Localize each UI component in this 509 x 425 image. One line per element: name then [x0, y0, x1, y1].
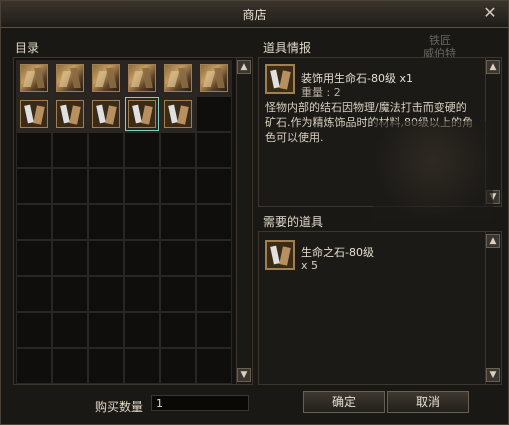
ore-icon	[200, 64, 228, 92]
catalog-slot	[160, 312, 196, 348]
catalog-slot[interactable]	[16, 96, 52, 132]
catalog-slot	[196, 168, 232, 204]
catalog-slot	[196, 276, 232, 312]
cancel-button[interactable]: 取消	[387, 391, 469, 413]
ore-icon	[56, 64, 84, 92]
catalog-scrollbar[interactable]: ▲ ▼	[236, 58, 251, 384]
life-stone-icon	[128, 100, 156, 128]
catalog-slot	[196, 348, 232, 384]
catalog-slot	[160, 132, 196, 168]
catalog-slot	[196, 132, 232, 168]
catalog-slot	[124, 168, 160, 204]
close-button[interactable]: ✕	[482, 5, 498, 21]
life-stone-icon	[56, 100, 84, 128]
item-weight: 重量 : 2	[301, 86, 341, 99]
catalog-label: 目录	[15, 41, 40, 55]
ore-icon	[20, 64, 48, 92]
catalog-slot	[124, 204, 160, 240]
required-scrollbar[interactable]: ▲ ▼	[485, 232, 500, 384]
required-item-name: 生命之石-80级	[301, 246, 374, 259]
shop-window: 商店 ✕ 铁匠 威伯特 目录 ▲ ▼ 道具情报 装饰用生命石-80级 x1 重量…	[0, 0, 509, 425]
catalog-slot	[160, 240, 196, 276]
catalog-slot[interactable]	[52, 60, 88, 96]
catalog-slot	[124, 132, 160, 168]
life-stone-icon	[164, 100, 192, 128]
catalog-slot[interactable]	[16, 60, 52, 96]
catalog-slot	[16, 348, 52, 384]
catalog-slot	[52, 240, 88, 276]
catalog-slot	[52, 168, 88, 204]
window-title: 商店	[242, 8, 267, 22]
scroll-up-button[interactable]: ▲	[237, 60, 251, 74]
quantity-label: 购买数量	[95, 400, 144, 414]
life-stone-icon	[265, 240, 295, 270]
catalog-slot[interactable]	[52, 96, 88, 132]
catalog-slot	[52, 276, 88, 312]
life-stone-icon	[20, 100, 48, 128]
catalog-slot	[52, 204, 88, 240]
ore-icon	[164, 64, 192, 92]
catalog-slot	[16, 168, 52, 204]
catalog-slot	[196, 240, 232, 276]
catalog-slot	[88, 312, 124, 348]
catalog-slot	[124, 240, 160, 276]
catalog-slot	[124, 348, 160, 384]
catalog-slot	[196, 204, 232, 240]
catalog-slot[interactable]	[160, 60, 196, 96]
confirm-button[interactable]: 确定	[303, 391, 385, 413]
life-stone-icon	[265, 64, 295, 94]
catalog-slot[interactable]	[124, 60, 160, 96]
npc-background-figure	[373, 121, 493, 221]
catalog-slot	[52, 348, 88, 384]
scroll-down-button[interactable]: ▼	[237, 368, 251, 382]
catalog-slot	[88, 204, 124, 240]
ore-icon	[266, 65, 294, 93]
catalog-slot	[160, 204, 196, 240]
catalog-slot	[52, 312, 88, 348]
catalog-slot	[88, 276, 124, 312]
ore-icon	[266, 241, 294, 269]
catalog-slot	[88, 240, 124, 276]
catalog-slot	[16, 240, 52, 276]
item-info-label: 道具情报	[263, 41, 312, 55]
catalog-slot	[16, 204, 52, 240]
required-item-qty: x 5	[301, 259, 319, 272]
catalog-slot	[160, 168, 196, 204]
required-scroll-down-button[interactable]: ▼	[486, 368, 500, 382]
required-items-panel: 生命之石-80级 x 5 ▲ ▼	[258, 231, 502, 385]
catalog-slot	[88, 348, 124, 384]
catalog-slot	[160, 276, 196, 312]
info-scroll-up-button[interactable]: ▲	[486, 60, 500, 74]
ore-icon	[92, 64, 120, 92]
catalog-slot	[196, 96, 232, 132]
title-bar[interactable]: 商店 ✕	[1, 1, 508, 28]
catalog-slot	[88, 168, 124, 204]
quantity-input[interactable]	[151, 395, 249, 411]
catalog-slot	[16, 312, 52, 348]
catalog-slot[interactable]	[196, 60, 232, 96]
catalog-slot	[196, 312, 232, 348]
catalog-slot	[124, 276, 160, 312]
required-scroll-up-button[interactable]: ▲	[486, 234, 500, 248]
catalog-grid	[16, 60, 232, 384]
catalog-slot	[124, 312, 160, 348]
catalog-slot[interactable]	[88, 96, 124, 132]
ore-icon	[128, 64, 156, 92]
catalog-slot	[88, 132, 124, 168]
catalog-slot[interactable]	[160, 96, 196, 132]
catalog-panel: ▲ ▼	[13, 57, 253, 385]
catalog-slot[interactable]	[88, 60, 124, 96]
required-items-label: 需要的道具	[263, 215, 324, 229]
catalog-slot	[16, 276, 52, 312]
catalog-slot	[52, 132, 88, 168]
catalog-slot	[16, 132, 52, 168]
life-stone-icon	[92, 100, 120, 128]
catalog-slot[interactable]	[124, 96, 160, 132]
catalog-slot	[160, 348, 196, 384]
